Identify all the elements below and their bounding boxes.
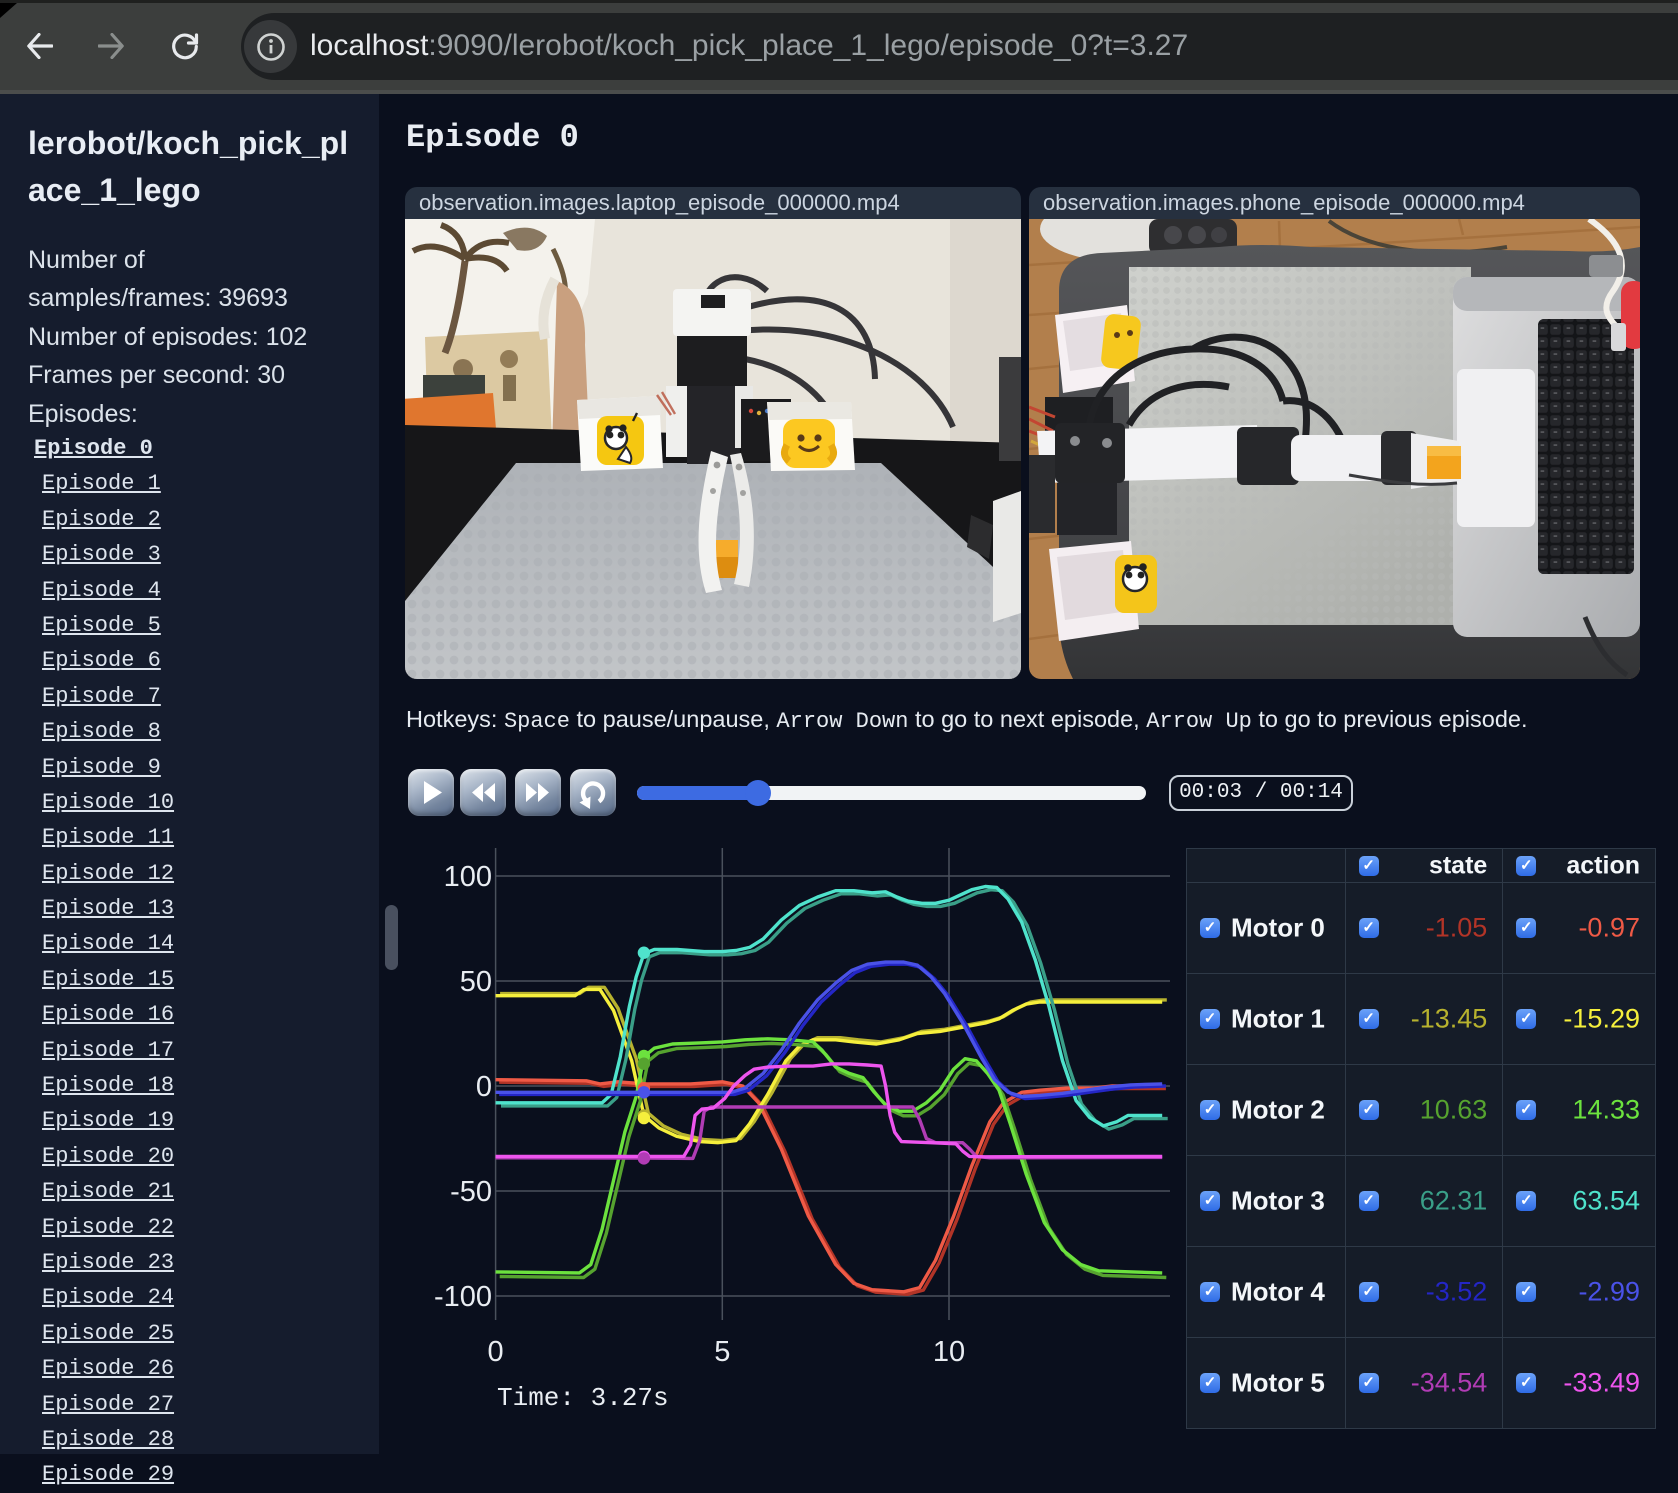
svg-text:50: 50	[460, 966, 492, 998]
svg-text:100: 100	[444, 861, 492, 893]
svg-text:0: 0	[476, 1071, 492, 1103]
svg-text:-50: -50	[450, 1176, 492, 1208]
svg-text:10: 10	[933, 1336, 965, 1368]
svg-text:5: 5	[714, 1336, 730, 1368]
svg-text:0: 0	[488, 1336, 504, 1368]
svg-text:-100: -100	[434, 1281, 492, 1313]
